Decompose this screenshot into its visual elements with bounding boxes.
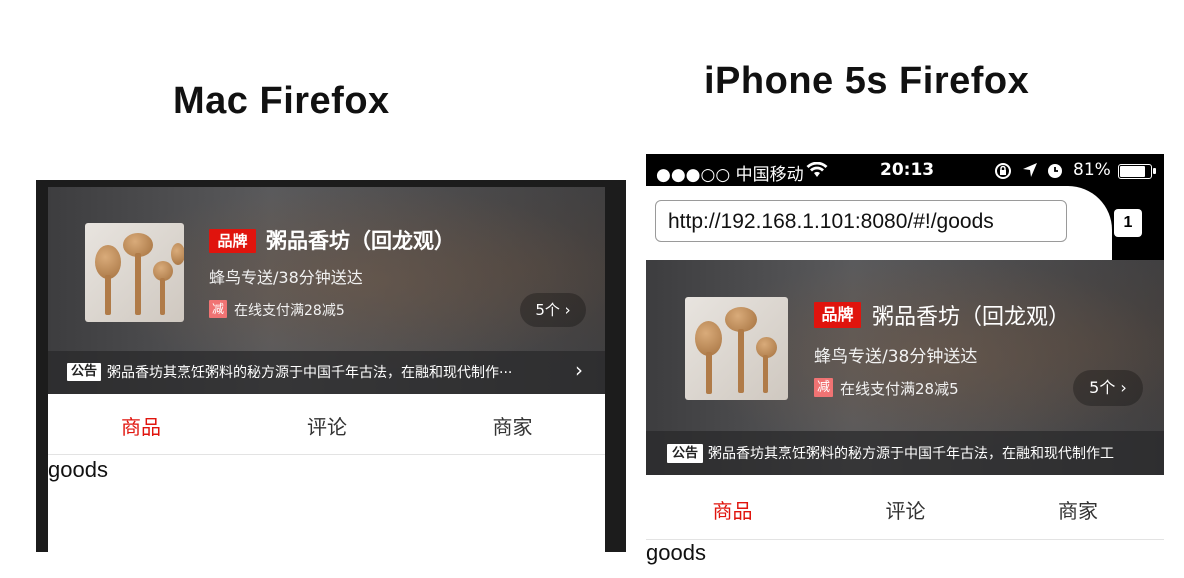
status-bar: ●●●○○ 中国移动 20:13 81%: [646, 154, 1164, 186]
brand-badge: 品牌: [814, 302, 861, 328]
discount-icon: 减: [814, 378, 833, 397]
bulletin-text: 粥品香坊其烹饪粥料的秘方源于中国千年古法，在融和现代制作工: [708, 446, 1114, 462]
shop-avatar: [685, 297, 788, 400]
shop-name: 粥品香坊（回龙观）: [266, 229, 455, 253]
battery-icon: [1118, 164, 1156, 179]
bulletin-text: 粥品香坊其烹饪粥料的秘方源于中国千年古法，在融和现代制作···: [107, 365, 513, 381]
battery-percent: 81%: [1073, 160, 1111, 180]
promo-count-button[interactable]: 5个 ›: [1073, 370, 1143, 406]
tab-goods[interactable]: 商品: [646, 495, 819, 524]
brand-badge: 品牌: [209, 229, 256, 253]
wifi-icon: [806, 162, 828, 177]
tab-ratings[interactable]: 评论: [819, 495, 992, 524]
shop-name: 粥品香坊（回龙观）: [872, 305, 1071, 330]
status-time: 20:13: [880, 160, 935, 180]
shop-header: 品牌 粥品香坊（回龙观） 蜂鸟专送/38分钟送达 减 在线支付满28减5 5个 …: [646, 260, 1164, 475]
tab-count-button[interactable]: 1: [1114, 209, 1142, 237]
discount-icon: 减: [209, 300, 227, 318]
promo-text: 在线支付满28减5: [234, 303, 345, 319]
bulletin-badge: 公告: [667, 444, 703, 463]
carrier-signal: ●●●○○ 中国移动: [656, 165, 804, 185]
goods-content: goods: [48, 457, 108, 482]
tab-ratings[interactable]: 评论: [234, 411, 420, 440]
tab-goods[interactable]: 商品: [48, 411, 234, 440]
location-arrow-icon: [1023, 163, 1037, 177]
tab-seller[interactable]: 商家: [420, 411, 605, 440]
tab-bar: 商品 评论 商家: [646, 475, 1164, 540]
tab-bar: 商品 评论 商家: [48, 394, 605, 455]
promo-text: 在线支付满28减5: [840, 380, 959, 398]
tab-seller[interactable]: 商家: [992, 495, 1164, 524]
lock-rotation-icon: [995, 163, 1011, 179]
delivery-info: 蜂鸟专送/38分钟送达: [209, 268, 363, 287]
mac-firefox-title: Mac Firefox: [173, 80, 390, 122]
chevron-right-icon: ›: [575, 358, 583, 382]
shop-avatar: [85, 223, 184, 322]
shop-header: 品牌 粥品香坊（回龙观） 蜂鸟专送/38分钟送达 减 在线支付满28减5 5个 …: [48, 187, 605, 394]
goods-content: goods: [646, 540, 706, 565]
iphone-screen: ●●●○○ 中国移动 20:13 81% http://192.168.1.10…: [646, 154, 1164, 578]
url-bar[interactable]: http://192.168.1.101:8080/#!/goods: [655, 200, 1067, 242]
bulletin-bar[interactable]: 公告 粥品香坊其烹饪粥料的秘方源于中国千年古法，在融和现代制作··· ›: [48, 351, 605, 394]
bulletin-bar[interactable]: 公告 粥品香坊其烹饪粥料的秘方源于中国千年古法，在融和现代制作工: [646, 431, 1164, 475]
promo-count-button[interactable]: 5个 ›: [520, 293, 586, 327]
alarm-icon: [1048, 164, 1062, 178]
bulletin-badge: 公告: [67, 363, 101, 381]
mac-page: 品牌 粥品香坊（回龙观） 蜂鸟专送/38分钟送达 减 在线支付满28减5 5个 …: [48, 187, 605, 552]
delivery-info: 蜂鸟专送/38分钟送达: [814, 347, 978, 367]
iphone-firefox-title: iPhone 5s Firefox: [704, 60, 1030, 102]
